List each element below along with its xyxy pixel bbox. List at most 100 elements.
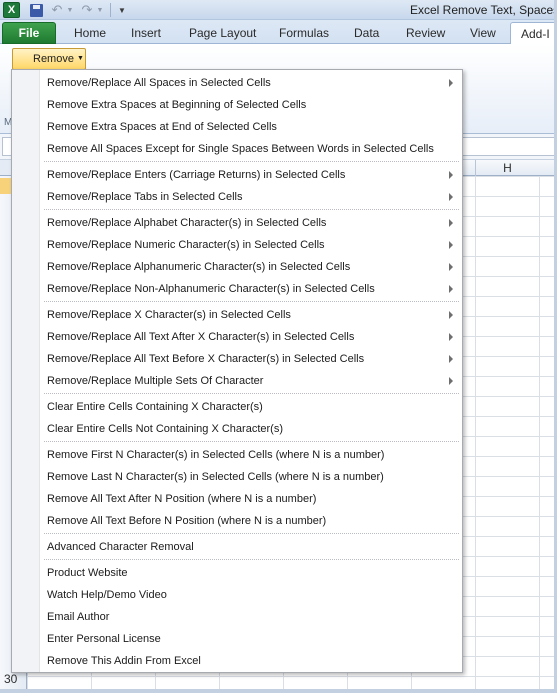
menu-item-label: Remove Last N Character(s) in Selected C…	[47, 471, 384, 483]
menu-item[interactable]: Advanced Character Removal	[47, 537, 459, 557]
tab-review[interactable]: Review	[406, 26, 445, 40]
menu-separator	[44, 209, 459, 210]
menu-item-label: Watch Help/Demo Video	[47, 589, 167, 601]
submenu-arrow-icon	[449, 377, 453, 385]
menu-item[interactable]: Remove/Replace Multiple Sets Of Characte…	[47, 371, 459, 391]
menu-item[interactable]: Remove/Replace Non-Alphanumeric Characte…	[47, 279, 459, 299]
menu-item[interactable]: Clear Entire Cells Containing X Characte…	[47, 397, 459, 417]
menu-item-label: Clear Entire Cells Not Containing X Char…	[47, 423, 283, 435]
redo-icon[interactable]: ↷	[80, 2, 94, 18]
menu-icon-gutter	[12, 70, 40, 672]
menu-item[interactable]: Remove All Text Before N Position (where…	[47, 511, 459, 531]
menu-item[interactable]: Remove/Replace Enters (Carriage Returns)…	[47, 165, 459, 185]
submenu-arrow-icon	[449, 79, 453, 87]
customize-arrow-icon[interactable]: ▼	[117, 2, 127, 18]
menu-item[interactable]: Remove Last N Character(s) in Selected C…	[47, 467, 459, 487]
tab-add-ins[interactable]: Add-I	[510, 22, 557, 45]
toolbar-separator	[110, 3, 111, 17]
menu-item-label: Remove/Replace All Text After X Characte…	[47, 331, 355, 343]
tab-view[interactable]: View	[470, 26, 496, 40]
menu-item[interactable]: Remove This Addin From Excel	[47, 651, 459, 671]
menu-item-label: Remove/Replace Alphanumeric Character(s)…	[47, 261, 351, 273]
menu-item-label: Remove/Replace All Text Before X Charact…	[47, 353, 365, 365]
menu-item[interactable]: Remove/Replace X Character(s) in Selecte…	[47, 305, 459, 325]
submenu-arrow-icon	[449, 355, 453, 363]
redo-dropdown-icon[interactable]: ▼	[96, 2, 104, 18]
submenu-arrow-icon	[449, 171, 453, 179]
remove-menu-button[interactable]: Remove ▼	[12, 48, 86, 70]
tab-page-layout[interactable]: Page Layout	[189, 26, 256, 40]
menu-item[interactable]: Watch Help/Demo Video	[47, 585, 459, 605]
menu-item-label: Remove/Replace X Character(s) in Selecte…	[47, 309, 291, 321]
tab-formulas[interactable]: Formulas	[279, 26, 329, 40]
menu-separator	[44, 301, 459, 302]
menu-separator	[44, 559, 459, 560]
menu-item-label: Remove/Replace All Spaces in Selected Ce…	[47, 77, 271, 89]
submenu-arrow-icon	[449, 311, 453, 319]
menu-item[interactable]: Remove/Replace Numeric Character(s) in S…	[47, 235, 459, 255]
menu-item-label: Clear Entire Cells Containing X Characte…	[47, 401, 263, 413]
menu-item-label: Remove This Addin From Excel	[47, 655, 201, 667]
tab-file[interactable]: File	[2, 22, 56, 44]
menu-item[interactable]: Remove Extra Spaces at End of Selected C…	[47, 117, 459, 137]
menu-item[interactable]: Remove First N Character(s) in Selected …	[47, 445, 459, 465]
submenu-arrow-icon	[449, 285, 453, 293]
submenu-arrow-icon	[449, 263, 453, 271]
tab-data[interactable]: Data	[354, 26, 379, 40]
menu-item-label: Remove All Text Before N Position (where…	[47, 515, 327, 527]
submenu-arrow-icon	[449, 219, 453, 227]
menu-item-label: Remove Extra Spaces at End of Selected C…	[47, 121, 277, 133]
menu-item-label: Remove First N Character(s) in Selected …	[47, 449, 385, 461]
menu-item[interactable]: Remove/Replace All Spaces in Selected Ce…	[47, 73, 459, 93]
menu-item[interactable]: Remove All Text After N Position (where …	[47, 489, 459, 509]
menu-separator	[44, 441, 459, 442]
formula-input[interactable]	[462, 137, 555, 156]
menu-item[interactable]: Product Website	[47, 563, 459, 583]
excel-logo-icon[interactable]: X	[3, 2, 20, 18]
menu-separator	[44, 161, 459, 162]
menu-item[interactable]: Remove/Replace All Text After X Characte…	[47, 327, 459, 347]
menu-item-label: Enter Personal License	[47, 633, 161, 645]
menu-item-label: Remove/Replace Enters (Carriage Returns)…	[47, 169, 346, 181]
chevron-down-icon: ▼	[77, 55, 84, 62]
undo-icon[interactable]: ↶	[50, 2, 64, 18]
undo-dropdown-icon[interactable]: ▼	[66, 2, 74, 18]
window-border	[0, 689, 557, 693]
menu-item[interactable]: Remove/Replace Tabs in Selected Cells	[47, 187, 459, 207]
remove-dropdown-menu: Remove/Replace All Spaces in Selected Ce…	[11, 69, 463, 673]
menu-item-label: Product Website	[47, 567, 128, 579]
menu-item[interactable]: Enter Personal License	[47, 629, 459, 649]
menu-item-label: Remove Extra Spaces at Beginning of Sele…	[47, 99, 307, 111]
window-title: Excel Remove Text, Spaces	[410, 3, 557, 17]
menu-separator	[44, 533, 459, 534]
remove-button-label: Remove	[33, 53, 74, 65]
column-header-h[interactable]: H	[475, 160, 539, 176]
menu-item-label: Remove/Replace Alphabet Character(s) in …	[47, 217, 327, 229]
save-icon[interactable]	[28, 2, 44, 18]
menu-item[interactable]: Remove/Replace Alphanumeric Character(s)…	[47, 257, 459, 277]
submenu-arrow-icon	[449, 241, 453, 249]
row-header-number[interactable]: 30	[4, 672, 24, 686]
menu-separator	[44, 393, 459, 394]
ribbon-tab-bar: File Home Insert Page Layout Formulas Da…	[0, 20, 557, 45]
menu-item-label: Remove/Replace Multiple Sets Of Characte…	[47, 375, 264, 387]
submenu-arrow-icon	[449, 333, 453, 341]
menu-item-label: Remove All Text After N Position (where …	[47, 493, 317, 505]
tab-home[interactable]: Home	[74, 26, 106, 40]
menu-item[interactable]: Remove/Replace Alphabet Character(s) in …	[47, 213, 459, 233]
menu-item-label: Remove/Replace Tabs in Selected Cells	[47, 191, 243, 203]
menu-item-label: Remove All Spaces Except for Single Spac…	[47, 143, 434, 155]
menu-item[interactable]: Remove All Spaces Except for Single Spac…	[47, 139, 459, 159]
menu-item-label: Remove/Replace Numeric Character(s) in S…	[47, 239, 325, 251]
menu-item[interactable]: Remove/Replace All Text Before X Charact…	[47, 349, 459, 369]
menu-item[interactable]: Remove Extra Spaces at Beginning of Sele…	[47, 95, 459, 115]
menu-item-label: Advanced Character Removal	[47, 541, 194, 553]
menu-item[interactable]: Clear Entire Cells Not Containing X Char…	[47, 419, 459, 439]
tab-add-ins-label: Add-I	[521, 27, 550, 41]
menu-item-label: Remove/Replace Non-Alphanumeric Characte…	[47, 283, 375, 295]
menu-item[interactable]: Email Author	[47, 607, 459, 627]
menu-item-label: Email Author	[47, 611, 110, 623]
submenu-arrow-icon	[449, 193, 453, 201]
tab-insert[interactable]: Insert	[131, 26, 161, 40]
title-bar: X ↶ ▼ ↷ ▼ ▼ Excel Remove Text, Spaces	[0, 0, 557, 20]
